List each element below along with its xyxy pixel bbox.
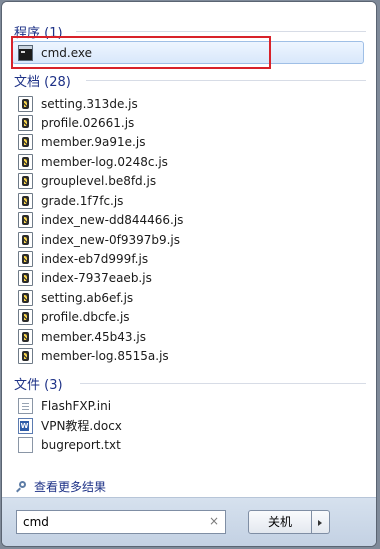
document-item-label: index-7937eaeb.js <box>41 270 152 285</box>
search-input-value: cmd <box>23 515 49 529</box>
document-item-label: profile.02661.js <box>41 115 135 130</box>
document-item-label: member.45b43.js <box>41 329 146 344</box>
js-file-icon <box>18 231 33 248</box>
word-doc-icon <box>18 417 33 434</box>
document-item[interactable]: member-log.8515a.js <box>18 346 169 365</box>
document-item-label: index_new-dd844466.js <box>41 212 184 227</box>
search-icon <box>16 480 28 493</box>
document-item-label: grouplevel.be8fd.js <box>41 173 157 188</box>
js-file-icon <box>18 289 33 306</box>
start-menu: 程序 (1) cmd.exe 文档 (28) setting.313de.js … <box>1 1 377 547</box>
js-file-icon <box>18 328 33 345</box>
file-item-label: FlashFXP.ini <box>41 398 112 413</box>
document-item[interactable]: setting.313de.js <box>18 94 138 113</box>
file-item[interactable]: VPN教程.docx <box>18 416 122 435</box>
clear-icon[interactable]: × <box>209 514 219 528</box>
file-item[interactable]: FlashFXP.ini <box>18 396 111 415</box>
search-results-panel: 程序 (1) cmd.exe 文档 (28) setting.313de.js … <box>2 2 376 494</box>
document-item-label: grade.1f7fc.js <box>41 193 124 208</box>
document-item[interactable]: index-eb7d999f.js <box>18 249 148 268</box>
group-divider <box>86 80 366 81</box>
document-item[interactable]: index_new-0f9397b9.js <box>18 230 180 249</box>
document-item-label: member-log.0248c.js <box>41 154 168 169</box>
document-item-label: index_new-0f9397b9.js <box>41 232 181 247</box>
document-item[interactable]: grade.1f7fc.js <box>18 191 123 210</box>
documents-group-title: 文档 (28) <box>14 75 71 90</box>
file-item-label: bugreport.txt <box>41 437 121 452</box>
js-file-icon <box>18 192 33 209</box>
document-item-label: profile.dbcfe.js <box>41 309 130 324</box>
ini-file-icon <box>18 397 33 414</box>
js-file-icon <box>18 347 33 364</box>
document-item[interactable]: setting.ab6ef.js <box>18 288 133 307</box>
document-item[interactable]: index_new-dd844466.js <box>18 210 183 229</box>
js-file-icon <box>18 211 33 228</box>
js-file-icon <box>18 114 33 131</box>
document-item[interactable]: index-7937eaeb.js <box>18 268 152 287</box>
document-item-label: member.9a91e.js <box>41 134 146 149</box>
files-group-title: 文件 (3) <box>14 378 63 393</box>
js-file-icon <box>18 308 33 325</box>
document-item[interactable]: member.9a91e.js <box>18 132 145 151</box>
js-file-icon <box>18 95 33 112</box>
group-divider <box>80 383 366 384</box>
file-item[interactable]: bugreport.txt <box>18 435 121 454</box>
search-bar-area: cmd × 关机 <box>2 497 376 546</box>
group-divider <box>76 31 366 32</box>
document-item[interactable]: member.45b43.js <box>18 327 146 346</box>
shutdown-options-arrow-icon[interactable] <box>312 510 330 534</box>
shutdown-button[interactable]: 关机 <box>248 510 312 534</box>
js-file-icon <box>18 250 33 267</box>
document-item-label: setting.313de.js <box>41 96 138 111</box>
file-item-label: VPN教程.docx <box>41 419 122 433</box>
js-file-icon <box>18 269 33 286</box>
document-item-label: member-log.8515a.js <box>41 348 169 363</box>
js-file-icon <box>18 153 33 170</box>
document-item-label: setting.ab6ef.js <box>41 290 134 305</box>
document-item[interactable]: member-log.0248c.js <box>18 152 168 171</box>
see-more-results-link[interactable]: 查看更多结果 <box>16 478 106 495</box>
js-file-icon <box>18 133 33 150</box>
highlight-box <box>11 36 271 69</box>
document-item[interactable]: grouplevel.be8fd.js <box>18 171 156 190</box>
search-input[interactable]: cmd × <box>16 510 226 534</box>
document-item[interactable]: profile.02661.js <box>18 113 134 132</box>
txt-file-icon <box>18 436 33 453</box>
document-item[interactable]: profile.dbcfe.js <box>18 307 130 326</box>
js-file-icon <box>18 172 33 189</box>
document-item-label: index-eb7d999f.js <box>41 251 149 266</box>
see-more-label: 查看更多结果 <box>34 480 107 494</box>
